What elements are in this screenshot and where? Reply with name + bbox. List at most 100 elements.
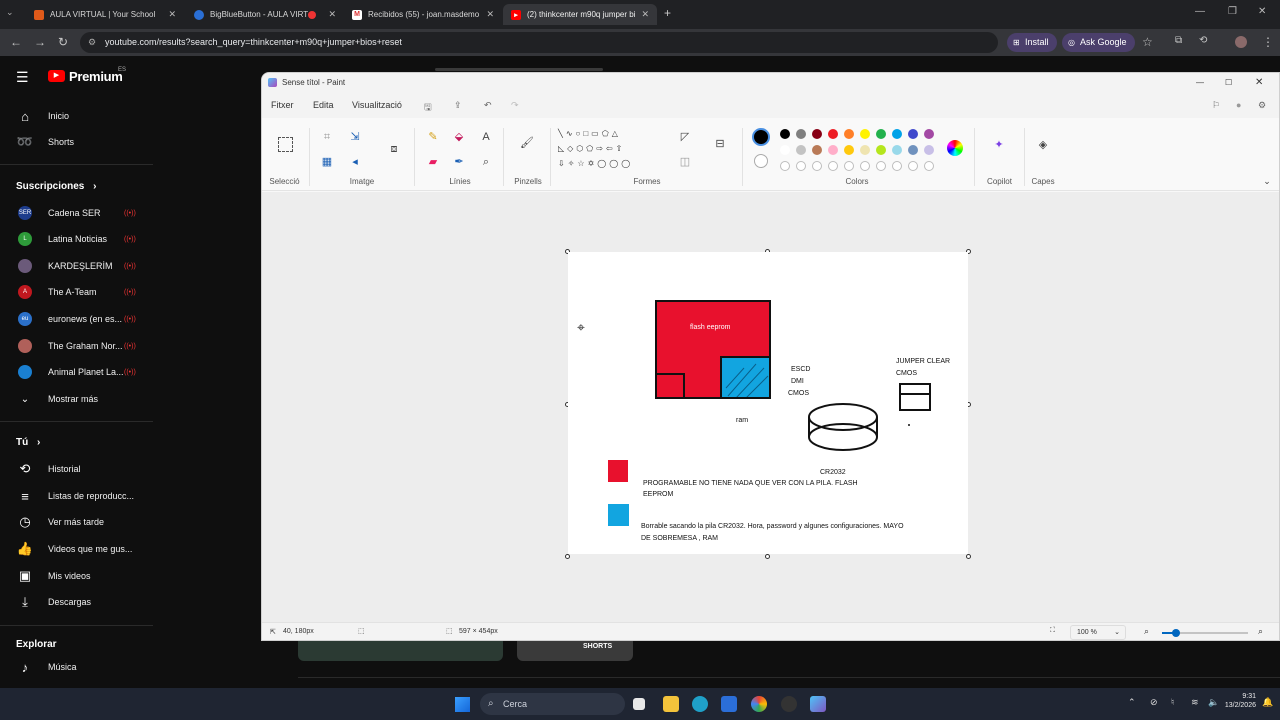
subscription-item[interactable]: L Latina Noticias ((•)) (0, 226, 153, 252)
shape-options-icon[interactable]: ⊟ (713, 137, 727, 151)
color-swatch[interactable] (924, 145, 934, 155)
color-picker-icon[interactable]: ✒ (452, 155, 466, 169)
windows-start-icon[interactable] (455, 697, 470, 712)
sidebar-item-historial[interactable]: ⟲ Historial (0, 456, 153, 482)
sidebar-item-shorts[interactable]: ➿ Shorts (0, 129, 153, 155)
youtube-logo-icon[interactable]: ▶ (48, 70, 65, 82)
share-icon[interactable]: ⇪ (454, 100, 462, 111)
zoom-slider-track[interactable] (1162, 629, 1248, 637)
url-input[interactable]: ⚙ youtube.com/results?search_query=think… (80, 32, 998, 53)
color-swatch[interactable] (908, 129, 918, 139)
resize-handle[interactable] (565, 554, 570, 559)
subscription-item[interactable]: The Graham Nor... ((•)) (0, 333, 153, 359)
resize-handle[interactable] (765, 554, 770, 559)
shorts-thumbnail[interactable]: SHORTS (517, 641, 633, 661)
subscription-item[interactable]: eu euronews (en es... ((•)) (0, 306, 153, 332)
zoom-select[interactable]: 100 % ⌄ (1070, 625, 1126, 640)
secondary-color[interactable] (754, 154, 768, 168)
sidebar-item-downloads[interactable]: ⤓ Descargas (0, 589, 153, 615)
taskbar-search[interactable]: ⌕ Cerca (480, 693, 625, 715)
bookmark-star-icon[interactable]: ☆ (1142, 35, 1153, 49)
custom-color-swatch[interactable] (924, 161, 934, 171)
color-swatch[interactable] (876, 145, 886, 155)
back-icon[interactable]: ← (10, 35, 22, 49)
forward-icon[interactable]: → (34, 35, 46, 49)
tab-search-icon[interactable]: ⌄ (6, 7, 14, 18)
close-tab-icon[interactable]: ✕ (168, 9, 176, 20)
custom-color-swatch[interactable] (828, 161, 838, 171)
color-swatch[interactable] (812, 145, 822, 155)
extensions-icon[interactable]: ⧉ (1175, 35, 1182, 46)
account-icon[interactable]: ● (1236, 100, 1241, 110)
text-tool-icon[interactable]: A (479, 130, 493, 144)
history-icon[interactable]: ⟲ (1199, 35, 1207, 46)
custom-color-swatch[interactable] (908, 161, 918, 171)
paint-close-icon[interactable]: ✕ (1255, 73, 1263, 92)
menu-fitxer[interactable]: Fitxer (271, 100, 294, 110)
sidebar-item-playlists[interactable]: ≡ Listas de reproducc... (0, 483, 153, 509)
browser-tab-1[interactable]: AULA VIRTUAL | Your School ✕ (26, 4, 184, 25)
you-header[interactable]: Tú › (16, 437, 40, 448)
color-swatch[interactable] (780, 129, 790, 139)
color-swatch[interactable] (828, 145, 838, 155)
browser-menu-icon[interactable]: ⋮ (1262, 35, 1274, 49)
custom-color-swatch[interactable] (876, 161, 886, 171)
custom-color-swatch[interactable] (860, 161, 870, 171)
paint-taskbar-icon[interactable] (810, 696, 826, 712)
video-thumbnail[interactable] (298, 641, 503, 661)
selection-tool-icon[interactable] (278, 137, 293, 152)
wifi-icon[interactable]: ≋ (1191, 697, 1199, 708)
youtube-premium-logo[interactable]: Premium (69, 69, 123, 84)
color-swatch[interactable] (796, 145, 806, 155)
brush-icon[interactable]: 🖌 (520, 136, 534, 150)
color-swatch[interactable] (844, 145, 854, 155)
settings-gear-icon[interactable]: ⚙ (1258, 100, 1266, 111)
color-swatch[interactable] (796, 129, 806, 139)
remove-background-icon[interactable]: ⧈ (387, 142, 401, 156)
sidebar-item-music[interactable]: ♪ Música (0, 654, 153, 680)
crop-icon[interactable]: ⌗ (320, 130, 334, 144)
subscription-item[interactable]: Animal Planet La... ((•)) (0, 359, 153, 385)
sidebar-item-inicio[interactable]: ⌂ Inicio (0, 103, 153, 129)
menu-edita[interactable]: Edita (313, 100, 334, 110)
custom-color-swatch[interactable] (812, 161, 822, 171)
sidebar-item-watch-later[interactable]: ◷ Ver más tarde (0, 509, 153, 535)
resize-icon[interactable]: ⇲ (348, 130, 362, 144)
fill-bucket-icon[interactable]: ⬙ (452, 130, 466, 144)
chrome-icon[interactable] (751, 696, 767, 712)
color-swatch[interactable] (876, 129, 886, 139)
reload-icon[interactable]: ↻ (58, 35, 68, 49)
browser-tab-3[interactable]: M Recibidos (55) - joan.masdemo ✕ (344, 4, 502, 25)
paint-maximize-icon[interactable]: ☐ (1225, 73, 1232, 92)
store-icon[interactable] (721, 696, 737, 712)
fill-icon[interactable]: ◫ (678, 155, 692, 169)
custom-color-swatch[interactable] (892, 161, 902, 171)
color-swatch[interactable] (844, 129, 854, 139)
task-view-icon[interactable] (633, 698, 645, 710)
file-explorer-icon[interactable] (663, 696, 679, 712)
color-swatch[interactable] (780, 145, 790, 155)
color-swatch[interactable] (892, 145, 902, 155)
magnifier-icon[interactable]: ⌕ (479, 155, 493, 169)
minimize-icon[interactable]: — (1195, 6, 1205, 17)
pencil-icon[interactable]: ✎ (426, 130, 440, 144)
restore-icon[interactable]: ❐ (1228, 6, 1237, 17)
sidebar-item-liked[interactable]: 👍 Videos que me gus... (0, 536, 153, 562)
close-tab-icon[interactable]: ✕ (328, 9, 336, 20)
browser-tab-2[interactable]: BigBlueButton - AULA VIRT ✕ (186, 4, 344, 25)
subscription-item[interactable]: KARDEŞLERİM ((•)) (0, 253, 153, 279)
subscription-item[interactable]: SER Cadena SER ((•)) (0, 200, 153, 226)
custom-color-swatch[interactable] (780, 161, 790, 171)
subscriptions-header[interactable]: Suscripciones › (16, 181, 96, 192)
browser-tab-4[interactable]: ▸ (2) thinkcenter m90q jumper bi ✕ (503, 4, 657, 25)
close-tab-icon[interactable]: ✕ (486, 9, 494, 20)
tray-network-off-icon[interactable]: ⊘ (1150, 697, 1158, 708)
hamburger-menu-icon[interactable]: ☰ (16, 69, 29, 86)
profile-avatar[interactable] (1235, 36, 1247, 48)
sidebar-item-my-videos[interactable]: ▣ Mis videos (0, 563, 153, 589)
save-icon[interactable]: 🖫 (424, 100, 432, 116)
redo-icon[interactable]: ↷ (511, 100, 519, 111)
tray-mic-icon[interactable]: ♮ (1171, 697, 1174, 708)
color-swatch[interactable] (924, 129, 934, 139)
clock[interactable]: 9:31 13/2/2026 (1224, 693, 1256, 709)
